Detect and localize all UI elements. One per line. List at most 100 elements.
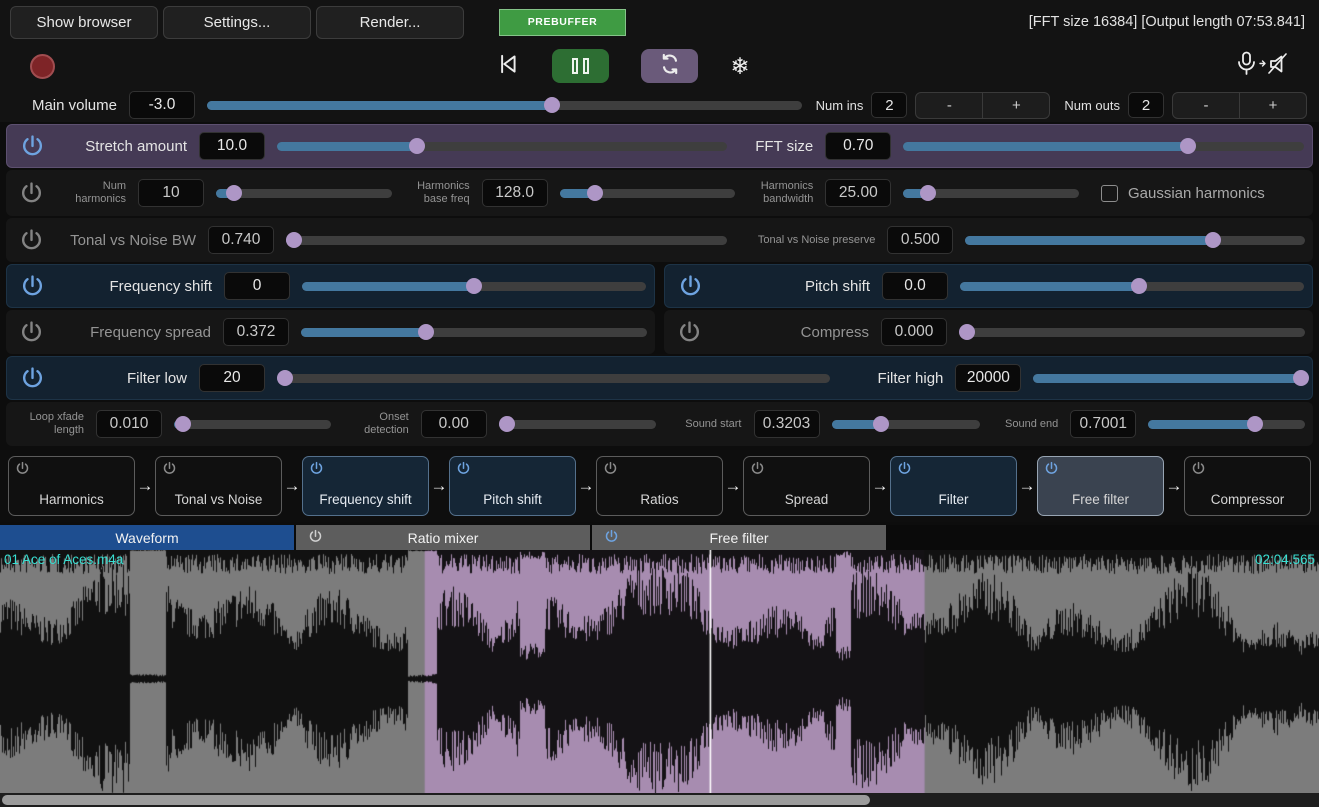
module-power-icon[interactable] <box>309 461 324 479</box>
harmonics_base_freq-slider-handle[interactable] <box>587 185 603 201</box>
compress-slider-handle[interactable] <box>959 324 975 340</box>
sound_end-value[interactable]: 0.7001 <box>1070 410 1136 438</box>
filter_low-slider[interactable] <box>277 370 830 386</box>
main_volume-slider-handle[interactable] <box>544 97 560 113</box>
onset-slider-handle[interactable] <box>499 416 515 432</box>
module-ratios[interactable]: Ratios <box>596 456 723 516</box>
sound_start-value[interactable]: 0.3203 <box>754 410 820 438</box>
stretch-slider-handle[interactable] <box>409 138 425 154</box>
pitch_shift-slider-handle[interactable] <box>1131 278 1147 294</box>
harmonics_bandwidth-value[interactable]: 25.00 <box>825 179 891 207</box>
stretch-slider[interactable] <box>277 138 727 154</box>
module-power-icon[interactable] <box>603 461 618 479</box>
harmonics_base_freq-slider[interactable] <box>560 185 736 201</box>
fft_size-slider[interactable] <box>903 138 1304 154</box>
module-spread[interactable]: Spread <box>743 456 870 516</box>
main_volume-slider[interactable] <box>207 97 802 113</box>
mic-to-muted-speaker-icon[interactable] <box>1233 50 1295 83</box>
module-power-icon[interactable] <box>750 461 765 479</box>
sound_start-slider[interactable] <box>832 416 981 432</box>
module-power-icon[interactable] <box>1044 461 1059 479</box>
skip-to-start-icon[interactable] <box>494 51 520 82</box>
num_harmonics-value[interactable]: 10 <box>138 179 204 207</box>
freq_spread-slider[interactable] <box>301 324 647 340</box>
harmonics-power-icon[interactable] <box>14 181 48 206</box>
onset-slider[interactable] <box>499 416 656 432</box>
module-pitch-shift[interactable]: Pitch shift <box>449 456 576 516</box>
fft_size-slider-handle[interactable] <box>1180 138 1196 154</box>
module-free-filter[interactable]: Free filter <box>1037 456 1164 516</box>
ratio-mixer-power-icon[interactable] <box>308 529 323 547</box>
filter_high-value[interactable]: 20000 <box>955 364 1021 392</box>
onset-value[interactable]: 0.00 <box>421 410 487 438</box>
freq_shift-value[interactable]: 0 <box>224 272 290 300</box>
harmonics_base_freq-value[interactable]: 128.0 <box>482 179 548 207</box>
waveform-display[interactable]: 01 Ace of Aces.m4a 02:04.565 <box>0 550 1319 793</box>
tonal_bw-slider-handle[interactable] <box>286 232 302 248</box>
num-outs-increment-button[interactable]: + <box>1240 93 1306 118</box>
num-ins-value[interactable]: 2 <box>871 92 907 118</box>
module-harmonics[interactable]: Harmonics <box>8 456 135 516</box>
num_harmonics-slider-handle[interactable] <box>226 185 242 201</box>
loop_xfade-value[interactable]: 0.010 <box>96 410 162 438</box>
sound_end-slider-handle[interactable] <box>1247 416 1263 432</box>
module-tonal-vs-noise[interactable]: Tonal vs Noise <box>155 456 282 516</box>
sound_start-slider-handle[interactable] <box>873 416 889 432</box>
fft_size-value[interactable]: 0.70 <box>825 132 891 160</box>
tonal_bw-slider[interactable] <box>286 232 727 248</box>
pitch_shift-value[interactable]: 0.0 <box>882 272 948 300</box>
filter_low-value[interactable]: 20 <box>199 364 265 392</box>
tab-waveform[interactable]: Waveform <box>0 525 294 550</box>
tab-free-filter[interactable]: Free filter <box>592 525 886 550</box>
freq_shift-slider-handle[interactable] <box>466 278 482 294</box>
gaussian-harmonics-checkbox[interactable] <box>1101 185 1118 202</box>
freq_shift-slider[interactable] <box>302 278 646 294</box>
harmonics_bandwidth-slider-handle[interactable] <box>920 185 936 201</box>
module-frequency-shift[interactable]: Frequency shift <box>302 456 429 516</box>
loop-button[interactable] <box>641 49 698 83</box>
filter-power-icon[interactable] <box>15 366 49 391</box>
render-button[interactable]: Render... <box>316 6 464 39</box>
module-power-icon[interactable] <box>15 461 30 479</box>
module-power-icon[interactable] <box>897 461 912 479</box>
frequency-shift-power-icon[interactable] <box>15 274 49 299</box>
tab-ratio-mixer[interactable]: Ratio mixer <box>296 525 590 550</box>
tonal_preserve-slider-handle[interactable] <box>1205 232 1221 248</box>
tonal_preserve-value[interactable]: 0.500 <box>887 226 953 254</box>
main_volume-value[interactable]: -3.0 <box>129 91 195 119</box>
stretch-power-icon[interactable] <box>15 134 49 159</box>
waveform-scrollbar[interactable] <box>0 793 1319 807</box>
loop_xfade-slider[interactable] <box>174 416 331 432</box>
pitch_shift-slider[interactable] <box>960 278 1304 294</box>
module-compressor[interactable]: Compressor <box>1184 456 1311 516</box>
record-button[interactable] <box>30 54 55 79</box>
compress-power-icon[interactable] <box>672 320 706 345</box>
tonal_bw-value[interactable]: 0.740 <box>208 226 274 254</box>
waveform-canvas[interactable] <box>0 550 1319 793</box>
freq_spread-slider-handle[interactable] <box>418 324 434 340</box>
compress-value[interactable]: 0.000 <box>881 318 947 346</box>
compress-slider[interactable] <box>959 324 1305 340</box>
num-outs-decrement-button[interactable]: - <box>1173 93 1240 118</box>
settings-button[interactable]: Settings... <box>163 6 311 39</box>
loop_xfade-slider-handle[interactable] <box>175 416 191 432</box>
free-filter-power-icon[interactable] <box>604 529 619 547</box>
sound_end-slider[interactable] <box>1148 416 1305 432</box>
freq_spread-value[interactable]: 0.372 <box>223 318 289 346</box>
num_harmonics-slider[interactable] <box>216 185 392 201</box>
module-power-icon[interactable] <box>162 461 177 479</box>
freeze-button[interactable]: ❄ <box>730 55 749 78</box>
module-power-icon[interactable] <box>1191 461 1206 479</box>
filter_high-slider[interactable] <box>1033 370 1304 386</box>
waveform-scrollbar-thumb[interactable] <box>2 795 870 805</box>
filter_high-slider-handle[interactable] <box>1293 370 1309 386</box>
module-power-icon[interactable] <box>456 461 471 479</box>
num-ins-decrement-button[interactable]: - <box>916 93 983 118</box>
prebuffer-button[interactable]: PREBUFFER <box>499 9 626 36</box>
filter_low-slider-handle[interactable] <box>277 370 293 386</box>
stretch-value[interactable]: 10.0 <box>199 132 265 160</box>
tonal_preserve-slider[interactable] <box>965 232 1305 248</box>
pitch-shift-power-icon[interactable] <box>673 274 707 299</box>
num-ins-increment-button[interactable]: + <box>983 93 1049 118</box>
tonal-power-icon[interactable] <box>14 228 48 253</box>
